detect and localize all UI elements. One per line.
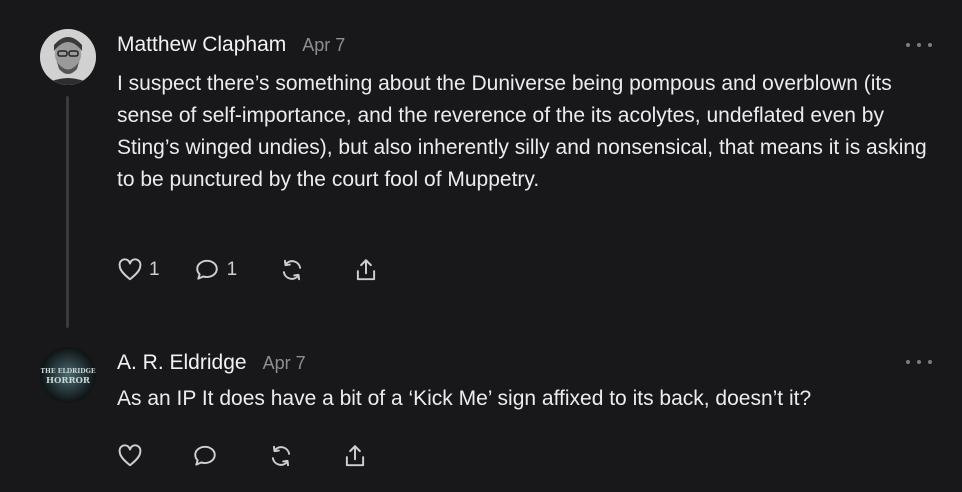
- comment-actions: 1 1: [117, 257, 379, 283]
- comment-icon: [194, 445, 216, 466]
- avatar-text-bottom: HORROR: [46, 376, 91, 386]
- more-options-button[interactable]: [906, 357, 932, 367]
- restack-button[interactable]: [279, 257, 305, 283]
- avatar-logo: THE ELDRIDGE HORROR: [40, 347, 96, 403]
- comment-icon: [195, 259, 218, 280]
- dot: [906, 360, 910, 364]
- reply-count: 1: [226, 259, 238, 280]
- comment-date[interactable]: Apr 7: [263, 353, 306, 374]
- share-button[interactable]: [342, 443, 368, 469]
- more-options-button[interactable]: [906, 40, 932, 50]
- comment-text: I suspect there’s something about the Du…: [117, 72, 927, 191]
- share-icon: [357, 259, 376, 281]
- comment-actions: [117, 443, 368, 469]
- reply-button[interactable]: [191, 443, 219, 469]
- dot: [917, 43, 921, 47]
- restack-icon: [283, 259, 302, 281]
- comment-header: Matthew Clapham Apr 7: [117, 33, 345, 57]
- dot: [917, 360, 921, 364]
- dot: [928, 43, 932, 47]
- restack-button[interactable]: [268, 443, 294, 469]
- avatar[interactable]: [40, 29, 96, 85]
- comment-date[interactable]: Apr 7: [302, 35, 345, 56]
- comment-thread: Matthew Clapham Apr 7 I suspect there’s …: [0, 0, 962, 492]
- share-icon: [345, 445, 365, 467]
- reply-button[interactable]: 1: [193, 257, 238, 283]
- thread-line: [66, 96, 69, 328]
- avatar-photo: [40, 29, 96, 85]
- heart-icon: [118, 444, 142, 467]
- like-button[interactable]: 1: [117, 257, 160, 283]
- share-button[interactable]: [353, 257, 379, 283]
- restack-icon: [271, 445, 291, 467]
- avatar-text-top: THE ELDRIDGE: [40, 368, 95, 375]
- comment-text: As an IP It does have a bit of a ‘Kick M…: [117, 387, 812, 410]
- avatar[interactable]: THE ELDRIDGE HORROR: [40, 347, 96, 403]
- dot: [928, 360, 932, 364]
- comment-header: A. R. Eldridge Apr 7: [117, 351, 306, 375]
- like-count: 1: [149, 259, 160, 280]
- author-name[interactable]: Matthew Clapham: [117, 33, 286, 57]
- heart-icon: [118, 258, 142, 281]
- dot: [906, 43, 910, 47]
- like-button[interactable]: [117, 443, 143, 469]
- author-name[interactable]: A. R. Eldridge: [117, 351, 247, 375]
